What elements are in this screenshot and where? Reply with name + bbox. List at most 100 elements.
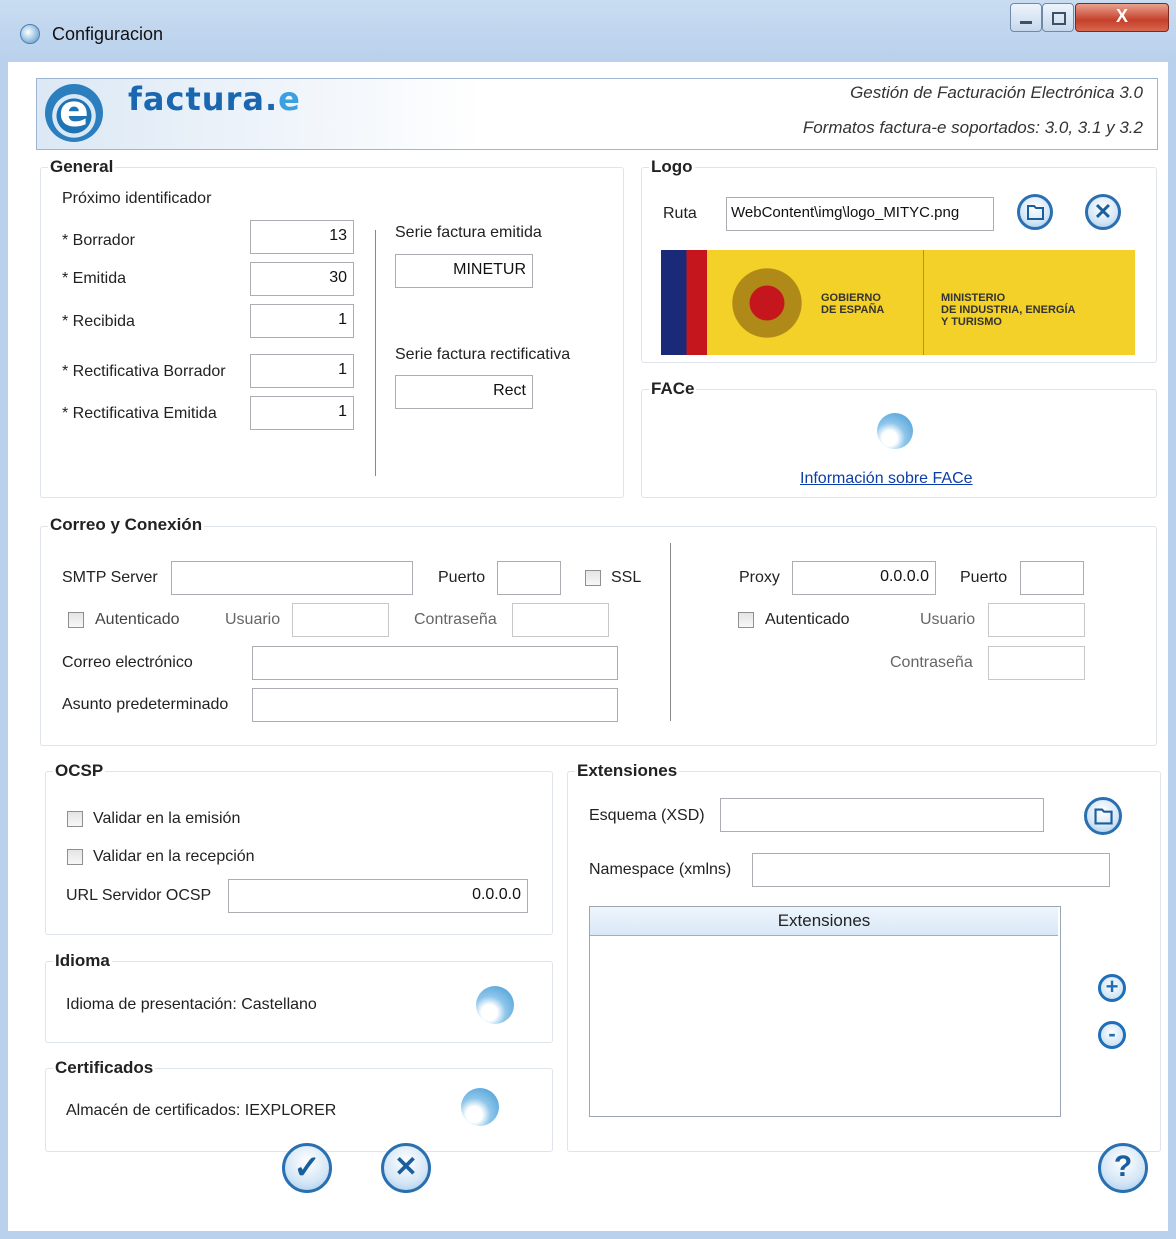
emitida-label: * Emitida — [62, 270, 127, 287]
rect-borrador-label: * Rectificativa Borrador — [62, 363, 226, 380]
certificados-change-icon[interactable] — [461, 1088, 499, 1126]
serie-emitida-input[interactable]: MINETUR — [395, 254, 533, 288]
proxy-usuario-label: Usuario — [920, 611, 976, 628]
app-icon — [20, 24, 40, 44]
gobierno-logo-image: GOBIERNO DE ESPAÑA MINISTERIO DE INDUSTRIA… — [661, 250, 1135, 355]
accept-button[interactable]: ✓ — [282, 1143, 332, 1193]
proxy-password-input[interactable] — [988, 646, 1085, 680]
face-info-icon[interactable] — [877, 413, 913, 449]
rect-emitida-label: * Rectificativa Emitida — [62, 405, 217, 422]
recibida-label: * Recibida — [62, 313, 135, 330]
cross-icon: ✕ — [394, 1151, 418, 1182]
minimize-button[interactable] — [1010, 3, 1042, 32]
proxy-auth-label: Autenticado — [765, 611, 850, 628]
folder-icon — [1094, 808, 1113, 825]
schema-input[interactable] — [720, 798, 1044, 832]
smtp-label: SMTP Server — [62, 569, 158, 586]
header-subtitle: Gestión de Facturación Electrónica 3.0 — [850, 83, 1143, 102]
extensiones-table[interactable]: Extensiones — [589, 906, 1061, 1117]
mail-divider — [670, 543, 671, 721]
certificados-label: Almacén de certificados: IEXPLORER — [66, 1102, 337, 1119]
cancel-button[interactable]: ✕ — [381, 1143, 431, 1193]
validate-emit-checkbox[interactable] — [67, 811, 83, 827]
proxy-label: Proxy — [739, 569, 780, 586]
borrador-input[interactable]: 13 — [250, 220, 354, 254]
face-title: FACe — [649, 379, 697, 399]
proxy-usuario-input[interactable] — [988, 603, 1085, 637]
serie-rect-label: Serie factura rectificativa — [395, 346, 571, 363]
smtp-input[interactable] — [171, 561, 413, 595]
namespace-input[interactable] — [752, 853, 1110, 887]
coat-of-arms — [727, 262, 807, 344]
proxy-auth-checkbox[interactable] — [738, 612, 754, 628]
rect-emitida-input[interactable]: 1 — [250, 396, 354, 430]
idioma-label: Idioma de presentación: Castellano — [66, 996, 317, 1013]
subject-label: Asunto predeterminado — [62, 696, 229, 713]
mail-title: Correo y Conexión — [48, 515, 205, 535]
ocsp-url-input[interactable]: 0.0.0.0 — [228, 879, 528, 913]
auth-checkbox[interactable] — [68, 612, 84, 628]
idioma-title: Idioma — [53, 951, 112, 971]
face-info-link[interactable]: Información sobre FACe — [800, 470, 973, 488]
namespace-label: Namespace (xmlns) — [589, 861, 732, 878]
puerto-input[interactable] — [497, 561, 561, 595]
remove-extension-button[interactable]: - — [1098, 1021, 1126, 1049]
extensiones-title: Extensiones — [575, 761, 680, 781]
gov-right-text: MINISTERIO DE INDUSTRIA, ENERGÍA Y TURISMO — [941, 292, 1076, 328]
ocsp-url-label: URL Servidor OCSP — [66, 887, 212, 904]
validate-recv-checkbox[interactable] — [67, 849, 83, 865]
add-extension-button[interactable]: + — [1098, 974, 1126, 1002]
proxy-input[interactable]: 0.0.0.0 — [792, 561, 936, 595]
schema-label: Esquema (XSD) — [589, 807, 705, 824]
puerto-label: Puerto — [438, 569, 486, 586]
emitida-input[interactable]: 30 — [250, 262, 354, 296]
proxy-puerto-label: Puerto — [960, 569, 1008, 586]
serie-emitida-label: Serie factura emitida — [395, 224, 542, 241]
flag-stripe — [661, 250, 707, 355]
borrador-label: * Borrador — [62, 232, 135, 249]
ruta-input[interactable]: WebContent\img\logo_MITYC.png — [726, 197, 994, 231]
factura-e-logo-icon: e — [45, 84, 103, 142]
password-input[interactable] — [512, 603, 609, 637]
password-label: Contraseña — [414, 611, 497, 628]
cross-icon: ✕ — [1093, 199, 1113, 224]
gov-left-text: GOBIERNO DE ESPAÑA — [821, 292, 885, 316]
validate-recv-label: Validar en la recepción — [93, 848, 255, 865]
proxy-password-label: Contraseña — [890, 654, 973, 671]
maximize-button[interactable] — [1042, 3, 1074, 32]
proxy-puerto-input[interactable] — [1020, 561, 1084, 595]
title-bar[interactable]: Configuracion X — [0, 0, 1176, 62]
recibida-input[interactable]: 1 — [250, 304, 354, 338]
subject-input[interactable] — [252, 688, 618, 722]
validate-emit-label: Validar en la emisión — [93, 810, 241, 827]
extensiones-table-header[interactable]: Extensiones — [590, 907, 1058, 936]
ssl-checkbox[interactable] — [585, 570, 601, 586]
certificados-title: Certificados — [53, 1058, 156, 1078]
usuario-label: Usuario — [225, 611, 281, 628]
help-button[interactable]: ? — [1098, 1143, 1148, 1193]
general-title: General — [48, 157, 116, 177]
email-input[interactable] — [252, 646, 618, 680]
close-button[interactable]: X — [1075, 3, 1169, 32]
rect-borrador-input[interactable]: 1 — [250, 354, 354, 388]
idioma-change-icon[interactable] — [476, 986, 514, 1024]
browse-logo-button[interactable] — [1017, 194, 1053, 230]
browse-schema-button[interactable] — [1084, 797, 1122, 835]
question-icon: ? — [1113, 1150, 1133, 1183]
window-title: Configuracion — [52, 24, 164, 44]
header-formats: Formatos factura-e soportados: 3.0, 3.1 … — [802, 118, 1143, 137]
auth-label: Autenticado — [95, 611, 180, 628]
ocsp-title: OCSP — [53, 761, 106, 781]
serie-rect-input[interactable]: Rect — [395, 375, 533, 409]
clear-logo-button[interactable]: ✕ — [1085, 194, 1121, 230]
next-id-label: Próximo identificador — [62, 190, 212, 207]
ruta-label: Ruta — [663, 205, 697, 222]
checkmark-icon: ✓ — [293, 1149, 321, 1185]
general-divider — [375, 230, 376, 476]
brand-name: factura.e — [128, 80, 301, 118]
email-label: Correo electrónico — [62, 654, 193, 671]
folder-icon — [1027, 205, 1044, 220]
logo-title: Logo — [649, 157, 695, 177]
ssl-label: SSL — [611, 569, 642, 586]
usuario-input[interactable] — [292, 603, 389, 637]
